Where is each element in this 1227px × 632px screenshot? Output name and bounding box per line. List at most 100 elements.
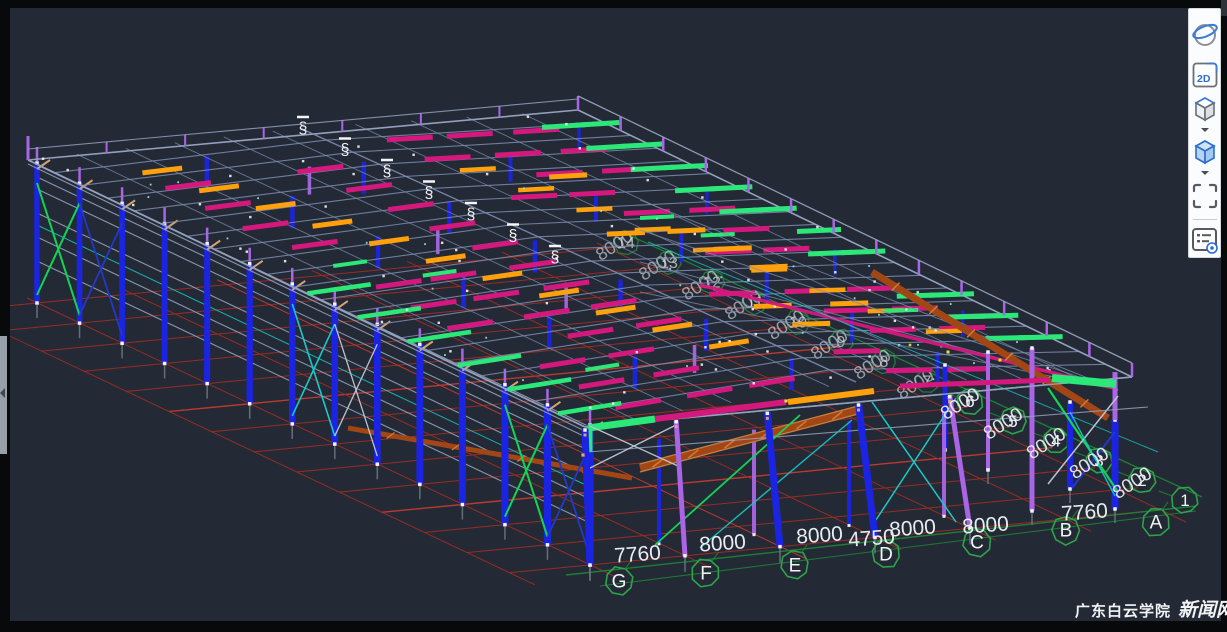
node-dot (912, 326, 914, 328)
roof-bar (205, 203, 251, 209)
view-2d-wireframe-button[interactable]: 2D (1189, 59, 1220, 92)
node-dot (868, 355, 870, 357)
watermark-site: 新闻网 (1178, 600, 1227, 621)
shaded-dropdown-caret-icon[interactable] (1201, 171, 1209, 175)
ridge-clamp-symbol: § (549, 246, 561, 266)
cube-dropdown-caret-icon[interactable] (1201, 128, 1209, 132)
view-cube-wireframe-button[interactable] (1189, 91, 1220, 125)
node-dot (382, 275, 384, 277)
roof-bar (607, 232, 645, 234)
node-dot (412, 154, 414, 156)
cyan-node (432, 288, 434, 290)
cyan-node (878, 314, 880, 316)
node-dot (752, 308, 754, 310)
node-dot (894, 320, 896, 322)
roof-bar (298, 166, 344, 172)
2d-wireframe-icon: 2D (1191, 61, 1219, 89)
node-dot (418, 483, 422, 487)
node-dot (205, 382, 209, 386)
steel-column (859, 404, 876, 538)
roof-bar (723, 228, 769, 230)
ridge-clamp-symbol: § (339, 139, 351, 159)
node-dot (943, 363, 947, 367)
roof-bar (834, 351, 880, 352)
parapet-rail (28, 99, 578, 149)
watermark-org: 广东白云学院 (1075, 603, 1171, 620)
node-dot (352, 173, 354, 175)
node-dot (527, 116, 529, 118)
collapsed-side-panel-tab[interactable] (0, 336, 7, 454)
roof-bar (824, 310, 870, 311)
cad-application-window: 7891011121314800080008000800080008000800… (0, 0, 1227, 632)
roof-bar (540, 360, 585, 367)
cyan-node (720, 276, 722, 278)
roof-bar (511, 195, 557, 197)
front-bay-dimension: 7760 (613, 541, 661, 567)
visual-styles-button[interactable] (1189, 223, 1220, 257)
roof-bar (664, 165, 708, 167)
roof-bar (944, 369, 990, 370)
node-dot (458, 260, 460, 262)
node-dot (778, 545, 782, 549)
clamp-glyph: § (341, 142, 350, 159)
node-dot (721, 260, 723, 262)
roof-bar (841, 251, 885, 253)
tan-plate (584, 434, 587, 437)
node-dot (290, 422, 294, 426)
clamp-glyph: § (383, 163, 392, 180)
node-dot (449, 350, 451, 352)
svg-text:2D: 2D (1197, 73, 1211, 85)
tan-plate (766, 417, 769, 420)
cyan-node (656, 218, 658, 220)
node-dot (636, 351, 638, 353)
yellow-node (947, 351, 950, 354)
cyan-node (1016, 341, 1018, 343)
navigation-orbit-button[interactable] (1189, 9, 1220, 59)
roof-bar (313, 221, 353, 226)
clamp-glyph: § (467, 206, 476, 223)
steel-column (585, 429, 590, 565)
roof-bar (667, 230, 705, 232)
roof-bar (575, 122, 619, 125)
roof-bar (369, 238, 409, 243)
ground-grid-line (381, 448, 1052, 513)
cyan-node (686, 365, 688, 367)
watermark: 广东白云学院新闻网 (1075, 595, 1227, 622)
tan-plate (675, 425, 678, 428)
roof-bar (886, 370, 932, 371)
roof-purlin (214, 213, 486, 249)
cyan-node (147, 196, 149, 198)
node-dot (701, 196, 703, 198)
node-dot (418, 343, 422, 347)
roof-bar (495, 153, 541, 156)
roof-bar (483, 273, 523, 279)
node-dot (503, 383, 507, 387)
roof-bar (609, 349, 654, 356)
view-cube-shaded-button[interactable] (1189, 135, 1220, 169)
node-dot (579, 147, 581, 149)
cyan-node (227, 238, 229, 240)
model-viewport[interactable]: 7891011121314800080008000800080008000800… (10, 8, 1221, 621)
roof-bar (425, 157, 471, 160)
node-dot (357, 145, 359, 147)
node-dot (503, 523, 507, 527)
node-dot (755, 333, 757, 335)
node-dot (376, 462, 380, 466)
roof-bar (388, 204, 434, 210)
cyan-node (257, 197, 259, 199)
roof-bar (549, 175, 587, 177)
node-dot (623, 391, 625, 393)
node-dot (546, 403, 550, 407)
navigation-toolbar: 2D (1188, 8, 1221, 258)
node-dot (239, 247, 241, 249)
zoom-extents-icon (1191, 182, 1219, 210)
orbit-icon (1190, 19, 1220, 49)
node-dot (486, 173, 488, 175)
node-dot (747, 279, 749, 281)
roof-bar (333, 261, 367, 266)
node-dot (302, 160, 304, 162)
node-dot (333, 302, 337, 306)
node-dot (546, 302, 548, 304)
node-dot (753, 533, 756, 536)
zoom-extents-button[interactable] (1189, 178, 1220, 214)
